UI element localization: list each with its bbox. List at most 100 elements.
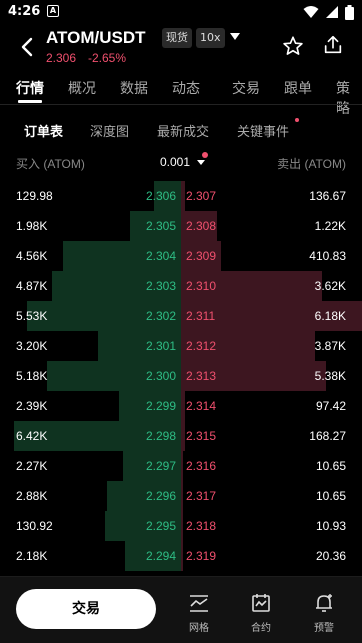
nav-grid[interactable]: 网格 (179, 593, 219, 634)
subtab-latest-trades[interactable]: 最新成交 (157, 121, 209, 140)
nav-contract[interactable]: 合约 (241, 593, 281, 634)
bid-price: 2.298 (145, 429, 176, 443)
share-icon[interactable] (322, 34, 344, 56)
alert-bell-icon (316, 594, 332, 612)
ask-price: 2.316 (186, 459, 217, 473)
subtab-depth-chart[interactable]: 深度图 (90, 121, 129, 140)
orderbook-row[interactable]: 4.56K 2.304 2.309 410.83 (0, 241, 362, 271)
bid-column-header: 买入 (ATOM) (16, 157, 85, 171)
pair-title[interactable]: ATOM/USDT (46, 28, 145, 48)
bid-qty: 4.87K (16, 279, 48, 293)
tab-news[interactable]: 动态 (172, 78, 200, 98)
orderbook-row[interactable]: 2.18K 2.294 2.319 20.36 (0, 541, 362, 571)
ask-qty: 6.18K (314, 309, 346, 323)
bid-qty: 6.42K (16, 429, 48, 443)
tab-copy-trading[interactable]: 跟单 (284, 78, 312, 98)
nav-grid-label: 网格 (189, 623, 209, 634)
bid-qty: 5.53K (16, 309, 48, 323)
ask-qty: 3.87K (314, 339, 346, 353)
orderbook-row[interactable]: 129.98 2.306 2.307 136.67 (0, 181, 362, 211)
ask-qty: 20.36 (315, 549, 346, 563)
bid-qty: 130.92 (16, 519, 53, 533)
nav-alert[interactable]: 预警 (304, 593, 344, 634)
ask-price: 2.318 (186, 519, 217, 533)
status-bar: 4:26 A (0, 0, 362, 24)
ask-price: 2.313 (186, 369, 217, 383)
tab-market[interactable]: 行情 (16, 78, 44, 98)
bid-price: 2.299 (145, 399, 176, 413)
bid-qty: 4.56K (16, 249, 48, 263)
ask-column-header: 卖出 (ATOM) (277, 157, 346, 171)
ask-qty: 136.67 (309, 189, 346, 203)
orderbook-row[interactable]: 5.18K 2.300 2.313 5.38K (0, 361, 362, 391)
wifi-icon (303, 6, 319, 18)
sub-tabs: 订单表 深度图 最新成交 关键事件 (0, 112, 362, 146)
ask-qty: 10.65 (315, 459, 346, 473)
bid-price: 2.304 (145, 249, 176, 263)
orderbook-row[interactable]: 5.53K 2.302 2.311 6.18K (0, 301, 362, 331)
orderbook-row[interactable]: 2.39K 2.299 2.314 97.42 (0, 391, 362, 421)
bottom-bar: 交易 网格 合约 预警 (0, 576, 362, 643)
bid-price: 2.295 (145, 519, 176, 533)
ask-qty: 5.38K (314, 369, 346, 383)
price-step-value: 0.001 (160, 155, 191, 169)
bid-price: 2.296 (145, 489, 176, 503)
grid-chart-icon (190, 595, 208, 612)
ask-price: 2.310 (186, 279, 217, 293)
price-step-select[interactable]: 0.001 (160, 155, 206, 169)
ask-price: 2.317 (186, 489, 217, 503)
orderbook-row[interactable]: 2.27K 2.297 2.316 10.65 (0, 451, 362, 481)
pair-dropdown-icon[interactable] (230, 33, 240, 41)
subtab-key-events[interactable]: 关键事件 (237, 121, 289, 140)
bid-price: 2.303 (145, 279, 176, 293)
leverage-badge: 10x (196, 28, 225, 48)
events-notification-dot (295, 118, 299, 122)
main-tabs: 行情 概况 数据 动态 交易 跟单 策略 (0, 74, 362, 158)
ask-depth-bar (181, 541, 183, 571)
ask-depth-bar (181, 451, 183, 481)
orderbook-row[interactable]: 6.42K 2.298 2.315 168.27 (0, 421, 362, 451)
subtab-orderbook[interactable]: 订单表 (24, 121, 63, 140)
ask-price: 2.307 (186, 189, 217, 203)
signal-icon (326, 6, 338, 18)
bid-qty: 2.27K (16, 459, 48, 473)
ask-depth-bar (181, 421, 185, 451)
ask-depth-bar (181, 511, 183, 541)
ask-price: 2.311 (186, 309, 216, 323)
bid-qty: 5.18K (16, 369, 48, 383)
ask-qty: 168.27 (309, 429, 346, 443)
ask-price: 2.308 (186, 219, 217, 233)
ask-depth-bar (181, 391, 185, 421)
orderbook-row[interactable]: 2.88K 2.296 2.317 10.65 (0, 481, 362, 511)
tab-trades[interactable]: 交易 (232, 78, 260, 98)
orderbook-row[interactable]: 1.98K 2.305 2.308 1.22K (0, 211, 362, 241)
bid-qty: 2.18K (16, 549, 48, 563)
trade-button[interactable]: 交易 (16, 589, 156, 629)
market-badge: 现货 (162, 28, 192, 48)
bid-price: 2.302 (145, 309, 176, 323)
battery-icon (345, 4, 354, 20)
bid-qty: 129.98 (16, 189, 53, 203)
notification-icon: A (47, 5, 59, 17)
favorite-star-icon[interactable] (282, 35, 304, 57)
ask-qty: 410.83 (309, 249, 346, 263)
back-arrow-icon[interactable] (18, 36, 38, 58)
bid-price: 2.305 (145, 219, 176, 233)
ask-depth-bar (181, 481, 183, 511)
ask-qty: 10.65 (315, 489, 346, 503)
ask-qty: 3.62K (314, 279, 346, 293)
chevron-down-icon (197, 160, 206, 165)
bid-qty: 2.88K (16, 489, 48, 503)
bid-price: 2.301 (145, 339, 176, 353)
orderbook-row[interactable]: 3.20K 2.301 2.312 3.87K (0, 331, 362, 361)
tab-data[interactable]: 数据 (120, 78, 148, 98)
ask-qty: 10.93 (315, 519, 346, 533)
bid-price: 2.300 (145, 369, 176, 383)
last-price: 2.306 (46, 51, 77, 65)
orderbook-row[interactable]: 130.92 2.295 2.318 10.93 (0, 511, 362, 541)
tab-overview[interactable]: 概况 (68, 78, 96, 98)
ask-qty: 1.22K (314, 219, 346, 233)
bid-qty: 2.39K (16, 399, 48, 413)
nav-alert-label: 预警 (314, 623, 334, 634)
orderbook-row[interactable]: 4.87K 2.303 2.310 3.62K (0, 271, 362, 301)
